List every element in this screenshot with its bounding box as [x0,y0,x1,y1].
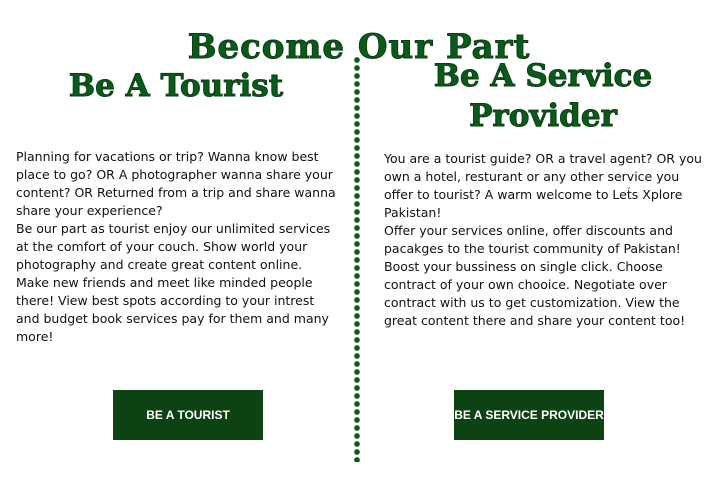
dotted-divider [354,56,360,462]
provider-description: You are a tourist guide? OR a travel age… [384,151,702,328]
provider-title: Be A Service Provider [433,58,653,135]
tourist-section: Be A Tourist Planning for vacations or t… [16,56,336,346]
provider-section: Be A Service Provider You are a tourist … [384,56,702,330]
tourist-description: Planning for vacations or trip? Wanna kn… [16,149,336,344]
tourist-title: Be A Tourist [68,68,284,105]
be-a-service-provider-button[interactable]: BE A SERVICE PROVIDER [454,390,604,440]
be-a-tourist-button[interactable]: BE A TOURIST [113,390,263,440]
